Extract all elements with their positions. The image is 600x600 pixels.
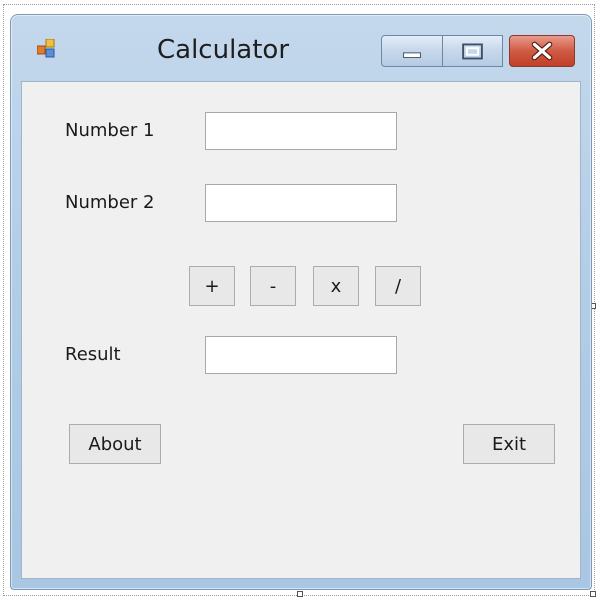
about-button[interactable]: About xyxy=(69,424,161,464)
number2-label: Number 2 xyxy=(65,192,155,213)
subtract-button[interactable]: - xyxy=(250,266,296,306)
add-button[interactable]: + xyxy=(189,266,235,306)
form-client-area: Number 1 Number 2 + - x / Result About E… xyxy=(21,81,581,579)
number1-input[interactable] xyxy=(205,112,397,150)
minimize-icon xyxy=(403,52,421,59)
number1-label: Number 1 xyxy=(65,120,155,141)
close-button[interactable] xyxy=(509,35,575,67)
resize-grip-bottom[interactable] xyxy=(297,591,303,597)
calculator-window: Calculator Number 1 Number 2 + - x / Res… xyxy=(10,14,592,590)
close-icon xyxy=(531,41,553,61)
minimize-button[interactable] xyxy=(381,35,443,67)
result-label: Result xyxy=(65,344,121,365)
window-title: Calculator xyxy=(157,35,290,65)
result-output[interactable] xyxy=(205,336,397,374)
resize-grip-corner[interactable] xyxy=(590,591,596,597)
multiply-button[interactable]: x xyxy=(313,266,359,306)
maximize-icon xyxy=(462,43,483,60)
number2-input[interactable] xyxy=(205,184,397,222)
divide-button[interactable]: / xyxy=(375,266,421,306)
exit-button[interactable]: Exit xyxy=(463,424,555,464)
maximize-button[interactable] xyxy=(443,35,503,67)
app-icon xyxy=(37,39,55,58)
title-bar[interactable]: Calculator xyxy=(11,15,591,81)
